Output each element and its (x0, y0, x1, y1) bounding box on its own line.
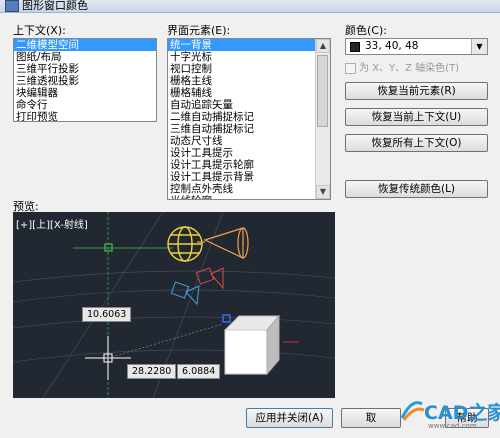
interface-element-item[interactable]: 控制点外壳线 (168, 183, 316, 195)
context-item[interactable]: 块编辑器 (14, 87, 156, 99)
camera-glyph-blue (170, 281, 200, 306)
interface-element-item[interactable]: 二维自动捕捉标记 (168, 111, 316, 123)
restore-current-context-button[interactable]: 恢复当前上下文(U) (345, 108, 488, 126)
color-label: 颜色(C): (345, 24, 387, 37)
interface-element-item[interactable]: 设计工具提示背景 (168, 171, 316, 183)
interface-elements-list[interactable]: 统一背景 十字光标 视口控制 栅格主线 栅格辅线 自动追踪矢量 二维自动捕捉标记 三维自动捕捉… (167, 38, 331, 200)
color-value: 33, 40, 48 (365, 40, 419, 52)
dimension-line (107, 323, 224, 359)
interface-element-item[interactable]: 自动追踪矢量 (168, 99, 316, 111)
interface-element-item[interactable]: 栅格辅线 (168, 87, 316, 99)
title-bar: 图形窗口颜色 (0, 0, 500, 13)
tint-xyz-label: 为 X、Y、Z 轴染色(T) (359, 63, 460, 74)
watermark-sub: www.cad.com (428, 422, 477, 430)
context-item[interactable]: 三维平行投影 (14, 63, 156, 75)
window-title: 图形窗口颜色 (22, 0, 88, 12)
interface-element-item[interactable]: 统一背景 (168, 39, 316, 51)
interface-element-item[interactable]: 光线轮廓 (168, 195, 316, 199)
elements-scrollbar[interactable]: ▲ ▼ (315, 39, 330, 199)
context-item[interactable]: 二维模型空间 (14, 39, 156, 51)
interface-element-item[interactable]: 视口控制 (168, 63, 316, 75)
interface-elements-label: 界面元素(E): (167, 24, 231, 37)
interface-element-item[interactable]: 设计工具提示轮廓 (168, 159, 316, 171)
scroll-up-icon[interactable]: ▲ (316, 39, 330, 53)
cube-object (223, 314, 281, 376)
restore-current-element-button[interactable]: 恢复当前元素(R) (345, 82, 488, 100)
spotlight-glyph (197, 227, 249, 259)
coordinate-input-x: 28.2280 (127, 364, 177, 379)
preview-viewport: [+][上][X-射线] 10.6063 28.2280 6.0884 (13, 212, 335, 398)
context-item[interactable]: 图纸/布局 (14, 51, 156, 63)
interface-element-item[interactable]: 三维自动捕捉标记 (168, 123, 316, 135)
restore-all-contexts-button[interactable]: 恢复所有上下文(O) (345, 134, 488, 152)
watermark-text: CAD之家 (424, 402, 500, 424)
context-item[interactable]: 打印预览 (14, 111, 156, 121)
dimension-tooltip-a: 10.6063 (82, 307, 132, 322)
cancel-button[interactable]: 取 (341, 408, 401, 428)
watermark-logo-icon (400, 401, 425, 421)
context-item[interactable]: 三维透视投影 (14, 75, 156, 87)
point-light-glyph (167, 226, 203, 262)
context-label: 上下文(X): (13, 24, 66, 37)
color-select[interactable]: 33, 40, 48 ▼ (345, 38, 488, 55)
interface-element-item[interactable]: 设计工具提示 (168, 147, 316, 159)
interface-element-item[interactable]: 栅格主线 (168, 75, 316, 87)
coordinate-input-y: 6.0884 (177, 364, 221, 379)
checkbox-box[interactable] (345, 62, 356, 74)
context-item[interactable]: 命令行 (14, 99, 156, 111)
tint-xyz-checkbox[interactable]: 为 X、Y、Z 轴染色(T) (345, 59, 459, 74)
context-list[interactable]: 二维模型空间 图纸/布局 三维平行投影 三维透视投影 块编辑器 命令行 打印预览 (13, 38, 157, 122)
chevron-down-icon[interactable]: ▼ (471, 39, 487, 54)
app-icon (5, 0, 19, 12)
interface-element-item[interactable]: 十字光标 (168, 51, 316, 63)
restore-classic-colors-button[interactable]: 恢复传统颜色(L) (345, 180, 488, 198)
color-swatch (350, 42, 360, 52)
cube-grip (222, 314, 231, 323)
interface-element-item[interactable]: 动态尺寸线 (168, 135, 316, 147)
scroll-thumb[interactable] (317, 55, 328, 127)
apply-close-button[interactable]: 应用并关闭(A) (246, 408, 333, 428)
scroll-down-icon[interactable]: ▼ (316, 185, 330, 199)
